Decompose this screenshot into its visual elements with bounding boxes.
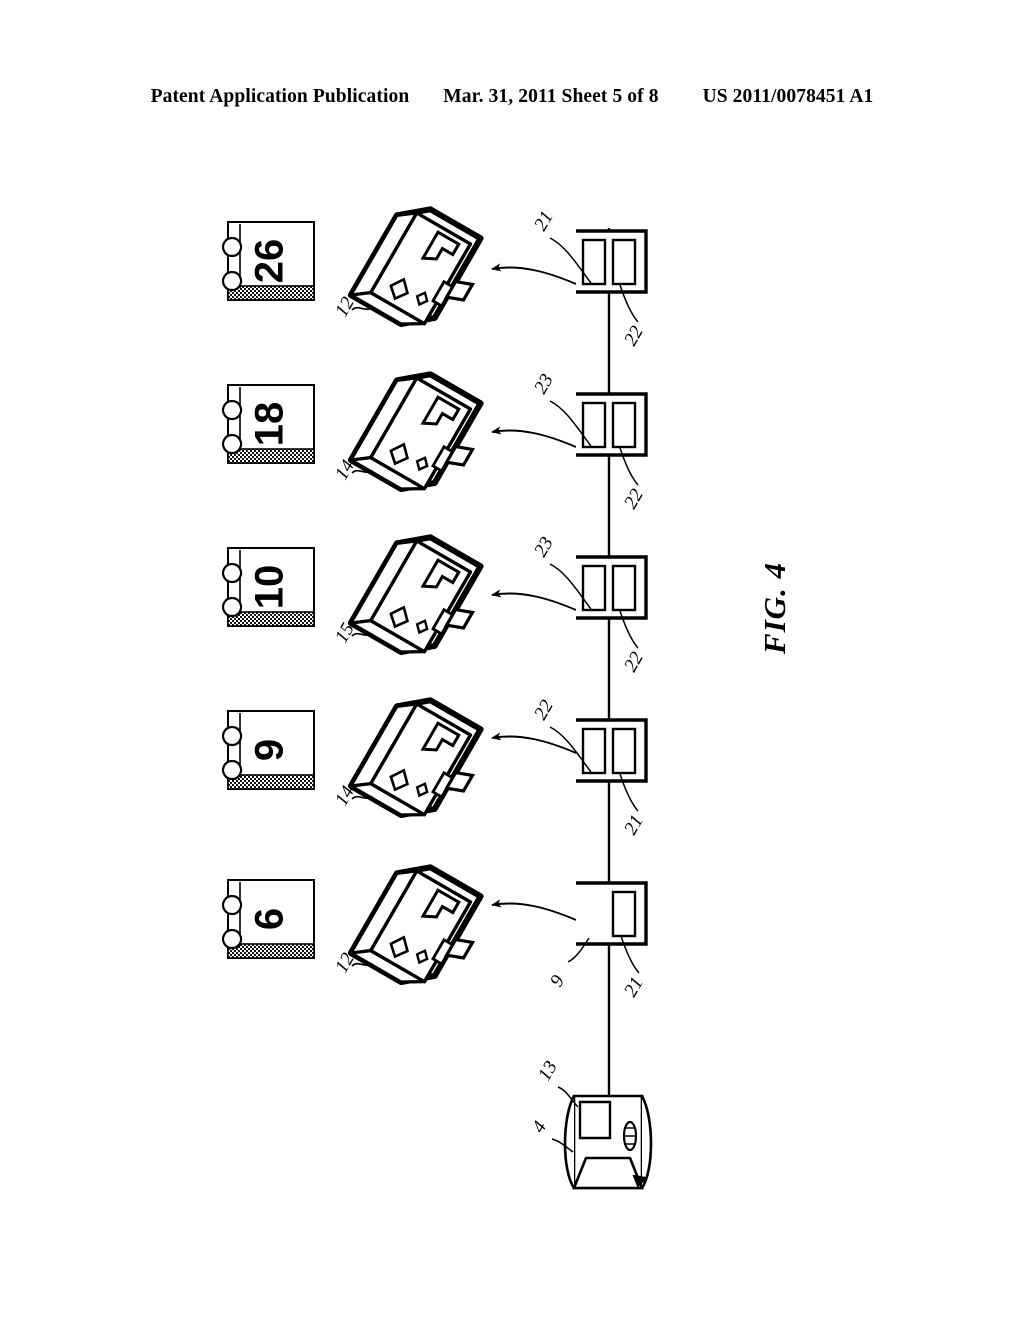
ref-numeral-22-row2: 22: [530, 696, 558, 723]
ref-numeral-9-row1: 9: [546, 971, 569, 990]
page-stack-26: 26: [221, 221, 315, 301]
page-stack-9: 9: [221, 710, 315, 790]
source-device: 13 4: [528, 1058, 653, 1190]
page-stack-18: 18: [221, 384, 315, 464]
printer-12-row1: [347, 864, 484, 986]
printer-14-row2: [347, 697, 484, 819]
arrow-node-to-printer-3: [491, 589, 577, 611]
figure-svg: 26 12 21 22 18 14 23 22 10 15 23 22 9 14…: [221, 206, 653, 1190]
page-stack-6: 6: [221, 879, 315, 959]
ref-numeral-23-row3: 23: [530, 534, 558, 561]
page-number-6: 6: [248, 908, 292, 930]
arrow-node-to-printer-4: [491, 426, 577, 448]
ref-numeral-22-row4: 22: [620, 485, 648, 512]
page-number-10: 10: [248, 565, 292, 610]
network-node-5: [576, 229, 648, 294]
ref-numeral-21-row5: 21: [530, 208, 558, 235]
printer-12-top: [347, 206, 484, 328]
row-4: 18 14 23 22: [221, 371, 648, 513]
page-number-18: 18: [248, 402, 292, 447]
ref-numeral-23-row4: 23: [530, 371, 558, 398]
ref-numeral-22-row5: 22: [620, 322, 648, 349]
ref-numeral-22-row3: 22: [620, 648, 648, 675]
ref-numeral-21-row2: 21: [620, 812, 648, 839]
printer-14-row4: [347, 371, 484, 493]
page-stack-10: 10: [221, 547, 315, 627]
page-number-9: 9: [248, 739, 292, 761]
arrow-node-to-printer-1: [491, 899, 577, 921]
network-node-3: [576, 555, 648, 620]
network-node-4: [576, 392, 648, 457]
printer-15-row3: [347, 534, 484, 656]
row-3: 10 15 23 22: [221, 534, 648, 676]
ref-numeral-4: 4: [528, 1117, 551, 1136]
ref-numeral-13: 13: [534, 1058, 562, 1085]
page-number-26: 26: [248, 239, 292, 284]
row-5: 26 12 21 22: [221, 206, 648, 350]
row-1: 6 12 9 21: [221, 864, 648, 1001]
row-2: 9 14 22 21: [221, 696, 648, 839]
network-node-2: [576, 718, 648, 783]
arrow-node-to-printer-2: [491, 732, 577, 754]
arrow-node-to-printer-5: [491, 263, 577, 285]
ref-numeral-21-row1: 21: [620, 974, 648, 1001]
network-node-1: [576, 881, 648, 946]
patent-figure-4: 26 12 21 22 18 14 23 22 10 15 23 22 9 14…: [0, 0, 1024, 1320]
